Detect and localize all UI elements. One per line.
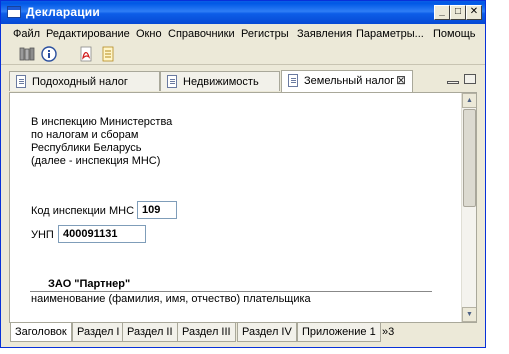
close-tab-icon[interactable]: ⊠ [396,73,406,87]
address-line: Республики Беларусь [31,142,142,154]
unp-label: УНП [31,229,54,241]
tab-label: Земельный налог [304,75,395,87]
menu-bar: Файл Редактирование Окно Справочники Рег… [1,25,485,43]
section-tab-bar: Заголовок Раздел I Раздел II Раздел III … [9,323,477,343]
address-line: по налогам и сборам [31,129,139,141]
inspection-code-field[interactable]: 109 [137,201,177,219]
address-line: (далее - инспекция МНС) [31,155,161,167]
tab-section-4[interactable]: Раздел IV [237,323,297,342]
scroll-up-icon[interactable]: ▲ [462,93,476,108]
editor-tab-bar: Подоходный налог Недвижимость Земельный … [1,68,485,92]
menu-edit[interactable]: Редактирование [46,28,130,40]
inspection-code-label: Код инспекции МНС [31,205,135,217]
tab-income-tax[interactable]: Подоходный налог [9,71,160,91]
tab-label: Недвижимость [183,76,259,88]
address-line: В инспекцию Министерства [31,116,173,128]
scroll-down-icon[interactable]: ▼ [462,307,476,322]
menu-references[interactable]: Справочники [168,28,235,40]
maximize-view-icon[interactable] [464,74,476,84]
menu-window[interactable]: Окно [136,28,162,40]
tab-label: Подоходный налог [32,76,128,88]
declaration-editor: В инспекцию Министерства по налогам и сб… [9,92,477,323]
vertical-scrollbar[interactable]: ▲ ▼ [461,93,476,322]
tab-land-tax[interactable]: Земельный налог ⊠ [281,70,413,92]
maximize-button[interactable]: □ [450,5,466,20]
document-icon [288,74,298,87]
title-bar[interactable]: Декларации _ □ ✕ [1,1,485,24]
tab-section-2[interactable]: Раздел II [122,323,178,342]
recipient-address: В инспекцию Министерства по налогам и сб… [31,116,172,168]
tab-header[interactable]: Заголовок [10,323,72,342]
document-icon [16,75,26,88]
tab-appendix-1[interactable]: Приложение 1 [297,323,381,342]
taxpayer-name[interactable]: ЗАО "Партнер" [48,278,130,290]
menu-file[interactable]: Файл [13,28,40,40]
unp-field[interactable]: 400091131 [58,225,146,243]
form-content: В инспекцию Министерства по налогам и сб… [10,93,462,322]
desktop-background [487,0,509,354]
scroll-thumb[interactable] [463,109,476,207]
document-icon[interactable] [100,46,116,62]
toolbar [1,43,485,65]
minimize-button[interactable]: _ [434,5,450,20]
minimize-view-icon[interactable] [447,81,459,84]
tab-section-3[interactable]: Раздел III [177,323,236,342]
app-window: Декларации _ □ ✕ Файл Редактирование Окн… [0,0,486,348]
tab-section-1[interactable]: Раздел I [72,323,125,342]
menu-parameters[interactable]: Параметры... [356,28,424,40]
close-button[interactable]: ✕ [466,5,482,20]
menu-help[interactable]: Помощь [433,28,476,40]
library-icon[interactable] [19,46,35,62]
taxpayer-underline [30,291,432,292]
window-title: Декларации [26,5,100,19]
menu-registers[interactable]: Регистры [241,28,289,40]
more-tabs-chevron[interactable]: »3 [382,326,394,338]
document-icon [167,75,177,88]
tab-real-estate[interactable]: Недвижимость [160,71,280,91]
pdf-icon[interactable] [78,46,94,62]
app-window-icon [7,6,21,18]
info-icon[interactable] [41,46,57,62]
taxpayer-caption: наименование (фамилия, имя, отчество) пл… [31,293,311,305]
menu-applications[interactable]: Заявления [297,28,352,40]
